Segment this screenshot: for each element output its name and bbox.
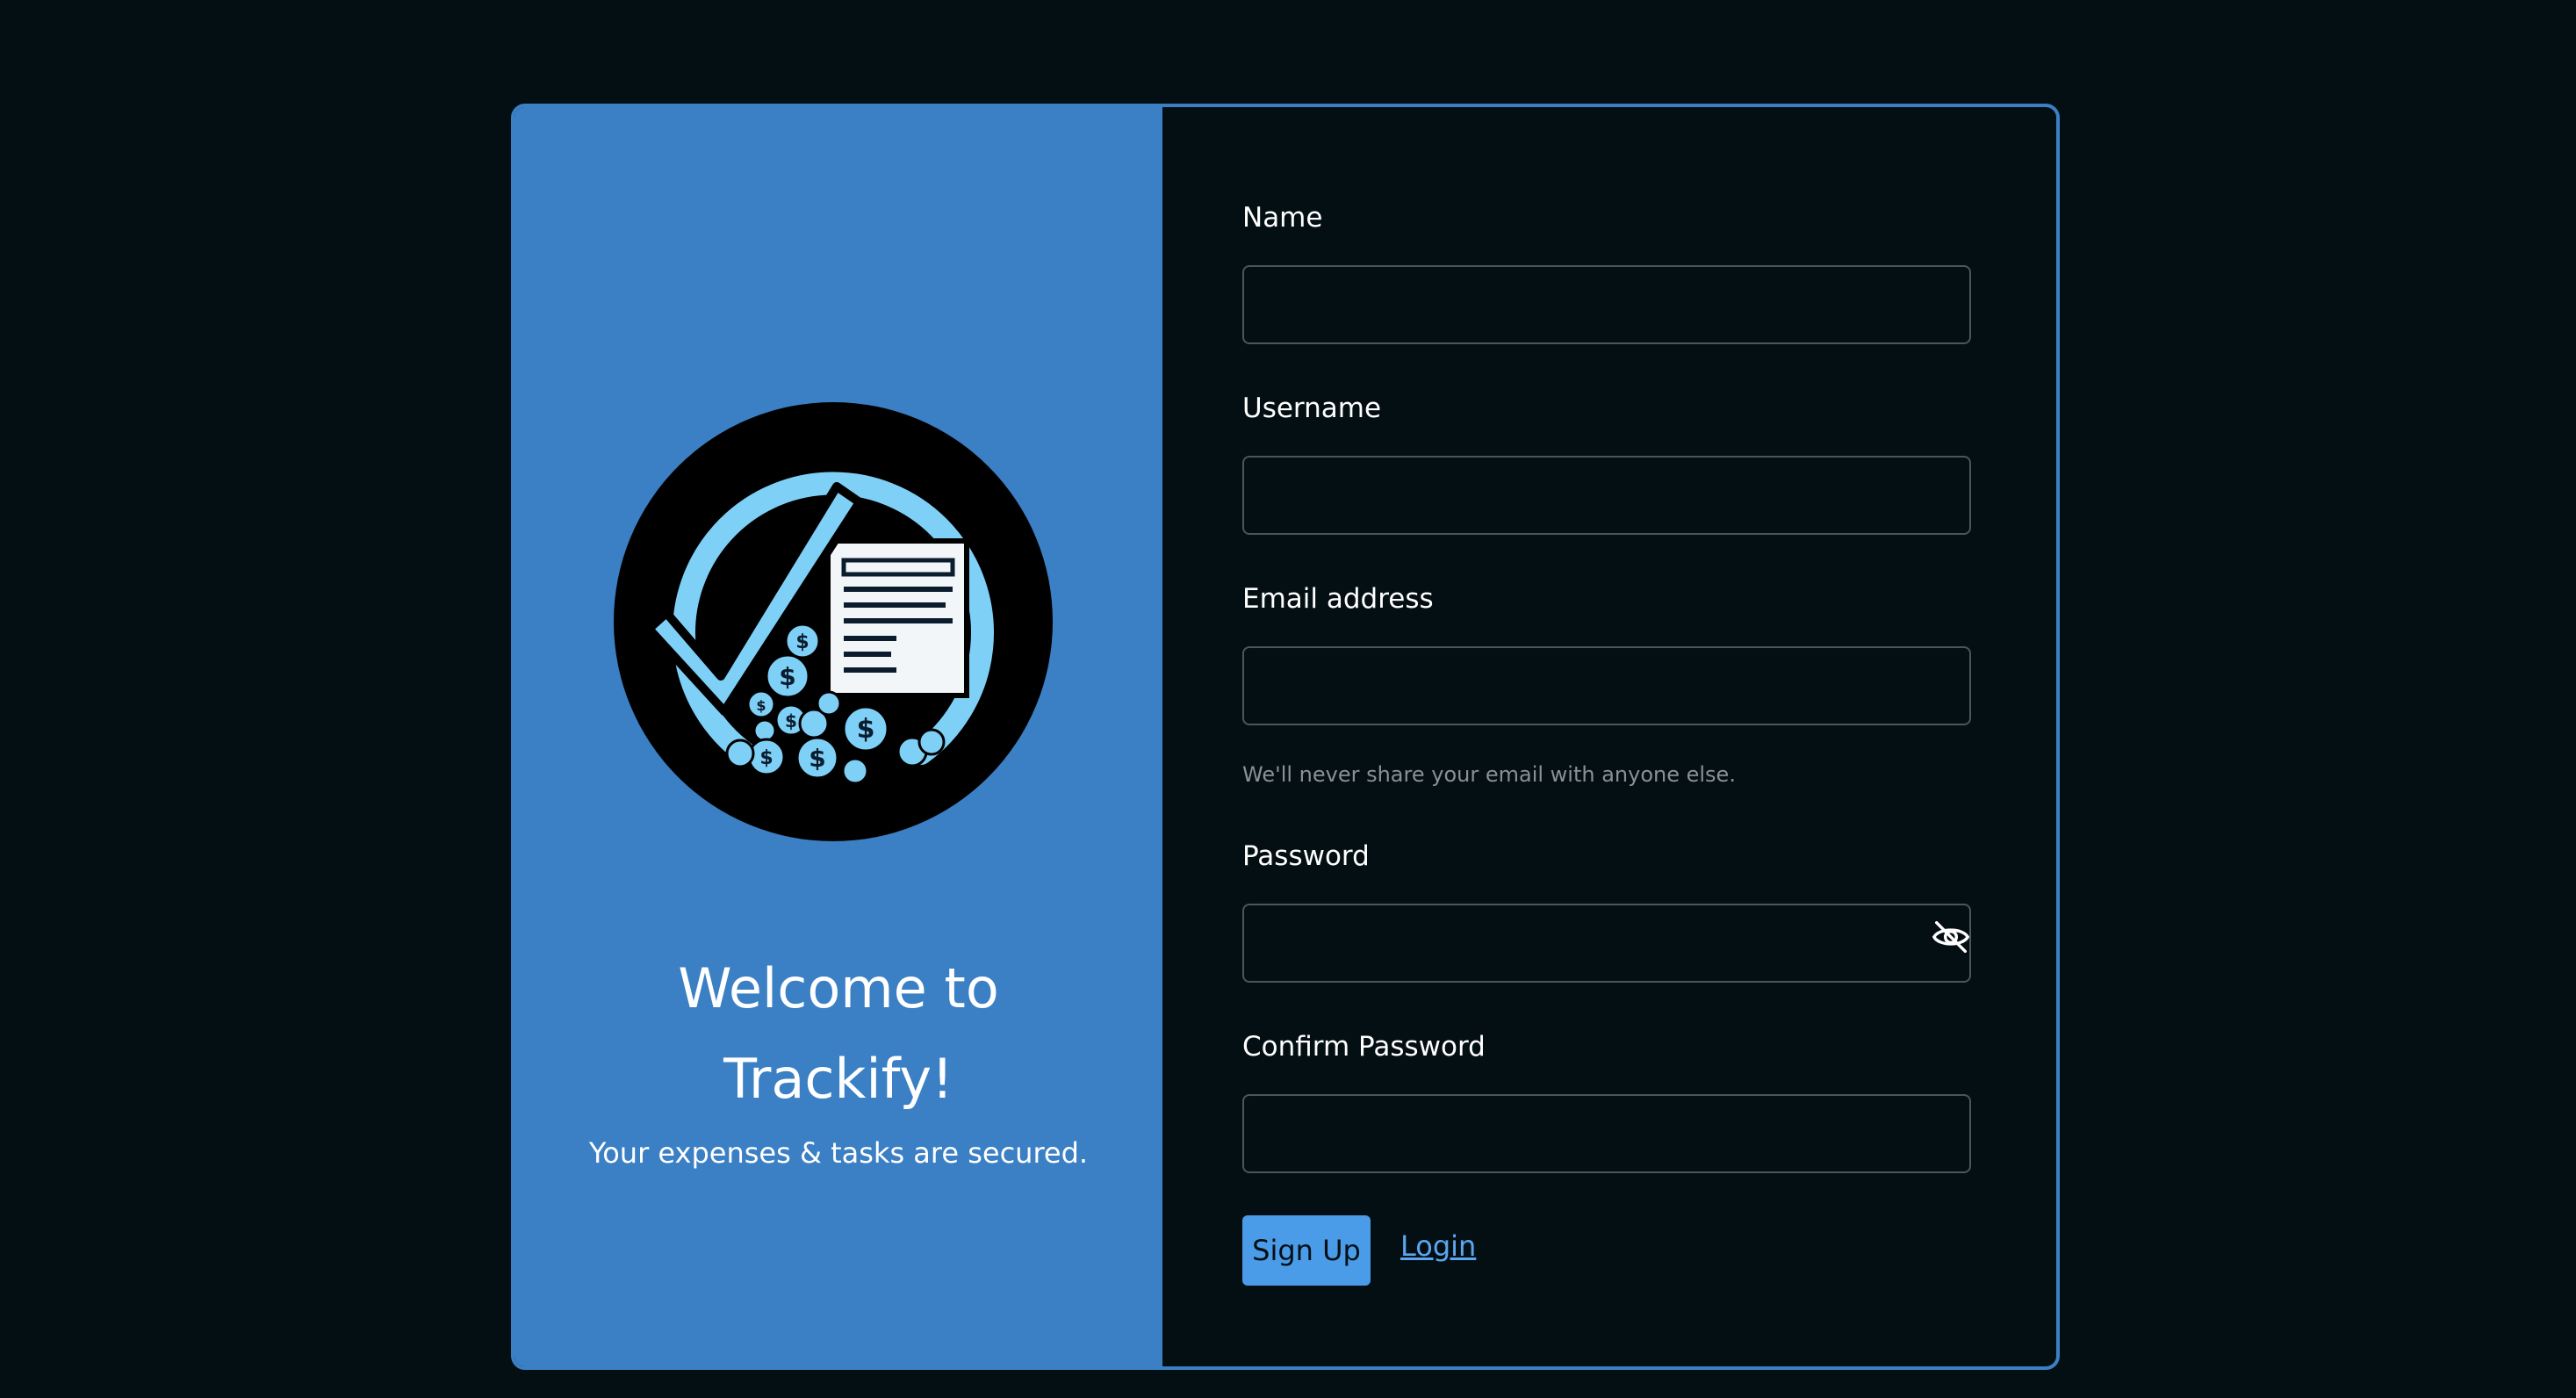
svg-text:$: $ <box>785 710 797 731</box>
name-input[interactable] <box>1242 265 1971 344</box>
svg-text:$: $ <box>857 714 875 745</box>
svg-text:$: $ <box>756 697 766 714</box>
password-label: Password <box>1242 840 1370 872</box>
username-label: Username <box>1242 393 1382 424</box>
welcome-line-1: Welcome to <box>678 956 999 1020</box>
signup-card: $ $ $ $ $ $ $ Welcome to Trackify! Your … <box>511 104 2060 1370</box>
welcome-line-2: Trackify! <box>723 1047 953 1111</box>
password-input[interactable] <box>1242 904 1971 983</box>
svg-text:$: $ <box>779 662 795 691</box>
email-input[interactable] <box>1242 646 1971 725</box>
svg-text:$: $ <box>795 631 809 653</box>
svg-text:$: $ <box>759 747 773 769</box>
eye-slash-icon[interactable] <box>1931 917 1971 957</box>
login-link[interactable]: Login <box>1400 1229 1476 1263</box>
username-input[interactable] <box>1242 456 1971 535</box>
signup-form: Name Username Email address We'll never … <box>1162 107 2056 1366</box>
signup-button[interactable]: Sign Up <box>1242 1215 1371 1286</box>
email-help-text: We'll never share your email with anyone… <box>1242 762 1736 787</box>
trackify-logo-icon: $ $ $ $ $ $ $ <box>614 402 1053 841</box>
brand-panel: $ $ $ $ $ $ $ Welcome to Trackify! Your … <box>514 107 1162 1366</box>
welcome-heading: Welcome to Trackify! <box>514 943 1162 1124</box>
email-label: Email address <box>1242 583 1434 615</box>
confirm-password-label: Confirm Password <box>1242 1031 1486 1063</box>
name-label: Name <box>1242 202 1323 234</box>
tagline: Your expenses & tasks are secured. <box>588 1136 1089 1170</box>
confirm-password-input[interactable] <box>1242 1094 1971 1173</box>
svg-text:$: $ <box>809 744 825 773</box>
